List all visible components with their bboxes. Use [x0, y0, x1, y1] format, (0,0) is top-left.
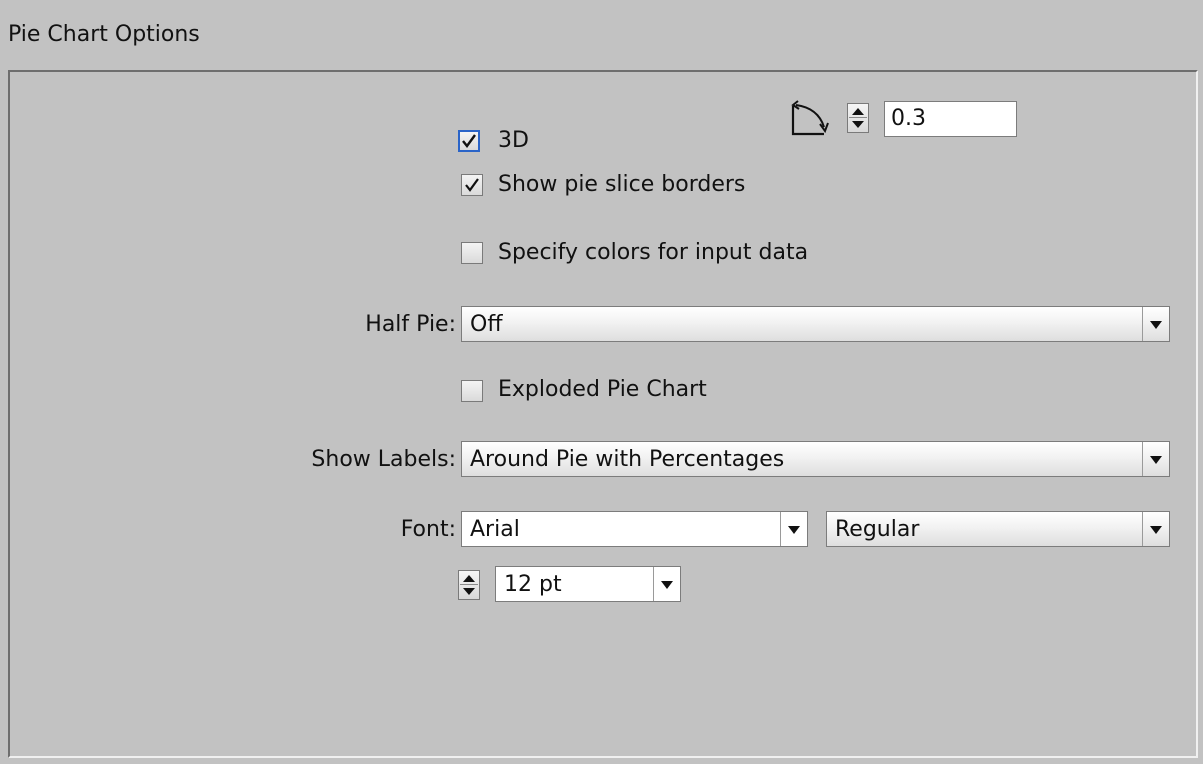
exploded-checkbox[interactable] — [461, 380, 483, 402]
show-labels-value: Around Pie with Percentages — [470, 447, 785, 472]
font-style-value: Regular — [835, 517, 920, 542]
checkmark-icon — [462, 134, 476, 148]
rotation-angle-icon — [791, 100, 829, 136]
show-borders-label: Show pie slice borders — [498, 172, 746, 197]
exploded-label: Exploded Pie Chart — [498, 377, 707, 402]
font-label: Font: — [400, 517, 456, 542]
dialog-title: Pie Chart Options — [8, 22, 200, 47]
specify-colors-label: Specify colors for input data — [498, 240, 809, 265]
half-pie-value: Off — [470, 312, 503, 337]
show-labels-dropdown[interactable]: Around Pie with Percentages — [461, 441, 1170, 477]
show-borders-checkbox[interactable] — [461, 174, 483, 196]
font-family-value: Arial — [470, 517, 520, 542]
chevron-down-icon — [1142, 442, 1169, 476]
three-d-label: 3D — [498, 128, 529, 153]
font-size-dropdown[interactable]: 12 pt — [495, 566, 681, 602]
font-family-dropdown[interactable]: Arial — [461, 511, 808, 547]
show-labels-label: Show Labels: — [311, 447, 456, 472]
angle-value: 0.3 — [891, 106, 926, 131]
chevron-down-icon — [780, 512, 807, 546]
angle-field[interactable]: 0.3 — [884, 101, 1017, 137]
specify-colors-checkbox[interactable] — [461, 242, 483, 264]
chevron-down-icon — [653, 567, 680, 601]
half-pie-dropdown[interactable]: Off — [461, 306, 1170, 342]
three-d-checkbox[interactable] — [458, 130, 480, 152]
font-size-value: 12 pt — [504, 572, 562, 597]
half-pie-label: Half Pie: — [365, 312, 456, 337]
angle-stepper[interactable] — [847, 103, 869, 133]
font-style-dropdown[interactable]: Regular — [826, 511, 1170, 547]
chevron-down-icon — [1142, 307, 1169, 341]
checkmark-icon — [465, 178, 479, 192]
font-size-stepper[interactable] — [458, 570, 480, 600]
chevron-down-icon — [1142, 512, 1169, 546]
